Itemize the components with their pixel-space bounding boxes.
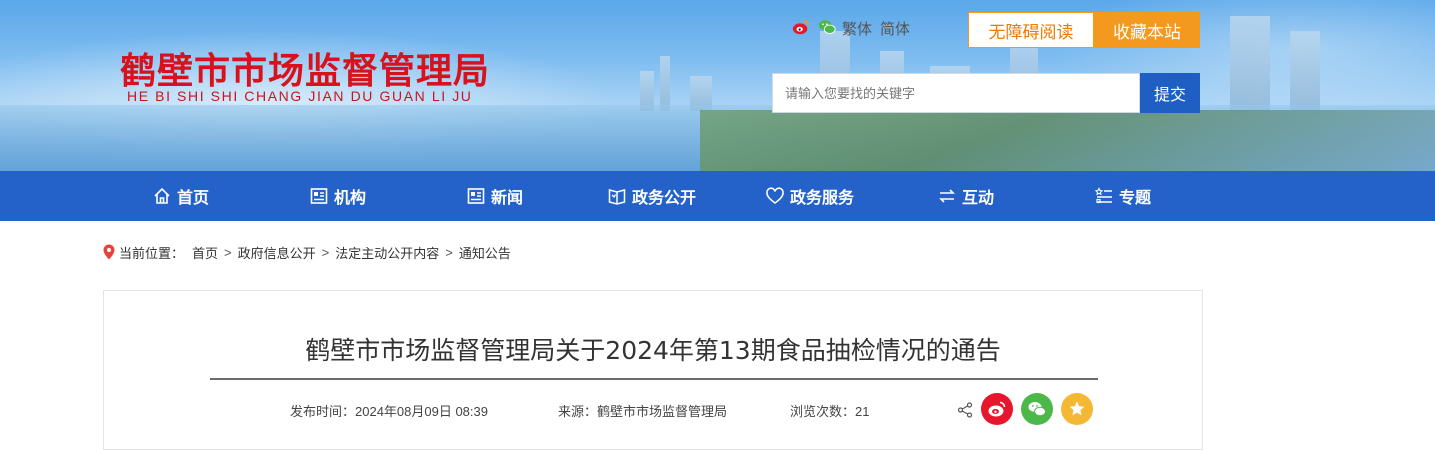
news-icon <box>467 188 485 204</box>
lang-traditional-link[interactable]: 繁体 <box>842 21 872 38</box>
nav-item-interaction[interactable]: 互动 <box>937 171 994 221</box>
nav-item-label: 政务公开 <box>632 190 697 207</box>
breadcrumb-link-gov-info[interactable]: 政府信息公开 <box>238 243 316 262</box>
nav-item-label: 机构 <box>334 190 367 207</box>
nav-item-label: 政务服务 <box>790 190 855 207</box>
org-icon <box>310 188 328 204</box>
open-gov-icon <box>608 189 626 205</box>
publish-time: 发布时间：2024年08月09日 08:39 <box>290 404 488 419</box>
lang-simplified-link[interactable]: 简体 <box>880 21 910 38</box>
share-icon <box>957 402 973 418</box>
site-logo-title[interactable]: 鹤壁市市场监督管理局 <box>120 42 490 94</box>
home-icon <box>154 187 170 204</box>
nav-item-topic[interactable]: 专题 <box>1094 171 1151 221</box>
nav-item-gov-service[interactable]: 政务服务 <box>765 171 854 221</box>
exchange-icon <box>939 189 955 203</box>
nav-item-label: 首页 <box>177 190 210 207</box>
search-submit-button[interactable]: 提交 <box>1140 73 1200 113</box>
header-banner: 鹤壁市市场监督管理局 HE BI SHI SHI CHANG JIAN DU G… <box>0 0 1435 171</box>
breadcrumb: 当前位置： 首页 > 政府信息公开 > 法定主动公开内容 > 通知公告 <box>103 241 511 263</box>
star-icon <box>1069 401 1085 416</box>
nav-item-news[interactable]: 新闻 <box>466 171 523 221</box>
view-count: 浏览次数：21 <box>790 404 870 419</box>
breadcrumb-prefix: 当前位置： <box>119 245 185 261</box>
nav-item-label: 新闻 <box>491 190 524 207</box>
location-pin-icon <box>103 244 115 260</box>
nav-item-org[interactable]: 机构 <box>309 171 366 221</box>
breadcrumb-separator: > <box>224 244 232 260</box>
nav-item-label: 互动 <box>962 190 995 207</box>
nav-item-open-gov[interactable]: 政务公开 <box>607 171 696 221</box>
weibo-icon <box>988 401 1006 417</box>
breadcrumb-link-statutory[interactable]: 法定主动公开内容 <box>335 243 439 262</box>
title-divider <box>210 378 1098 380</box>
topic-icon <box>1094 187 1112 204</box>
language-switch: 繁体 简体 <box>842 18 918 39</box>
main-nav: 首页 机构 新闻 政务公开 政务服务 互动 专题 <box>0 171 1435 221</box>
accessible-reading-button[interactable]: 无障碍阅读 <box>968 12 1094 48</box>
breadcrumb-link-notices[interactable]: 通知公告 <box>459 243 511 262</box>
article-source: 来源：鹤壁市市场监督管理局 <box>558 404 728 419</box>
banner-land <box>700 110 1435 171</box>
share-weibo-button[interactable] <box>981 393 1013 425</box>
heart-icon <box>766 187 784 205</box>
weibo-icon[interactable] <box>792 18 810 36</box>
banner-building <box>1290 31 1320 111</box>
breadcrumb-separator: > <box>445 244 453 260</box>
nav-item-home[interactable]: 首页 <box>152 171 209 221</box>
social-links <box>792 18 844 36</box>
banner-building <box>1230 16 1270 111</box>
breadcrumb-separator: > <box>321 244 330 260</box>
breadcrumb-link-home[interactable]: 首页 <box>192 243 218 262</box>
article-title: 鹤壁市市场监督管理局关于2024年第13期食品抽检情况的通告 <box>305 336 1001 365</box>
banner-building <box>660 56 670 111</box>
bookmark-site-button[interactable]: 收藏本站 <box>1094 12 1200 48</box>
site-logo-pinyin: HE BI SHI SHI CHANG JIAN DU GUAN LI JU <box>127 88 473 104</box>
wechat-icon <box>1028 402 1046 417</box>
nav-item-label: 专题 <box>1119 190 1152 207</box>
wechat-icon[interactable] <box>818 18 836 36</box>
search-input[interactable] <box>772 73 1140 113</box>
share-wechat-button[interactable] <box>1021 393 1053 425</box>
share-favorite-button[interactable] <box>1061 393 1093 425</box>
article-card: 鹤壁市市场监督管理局关于2024年第13期食品抽检情况的通告 发布时间：2024… <box>103 290 1203 450</box>
